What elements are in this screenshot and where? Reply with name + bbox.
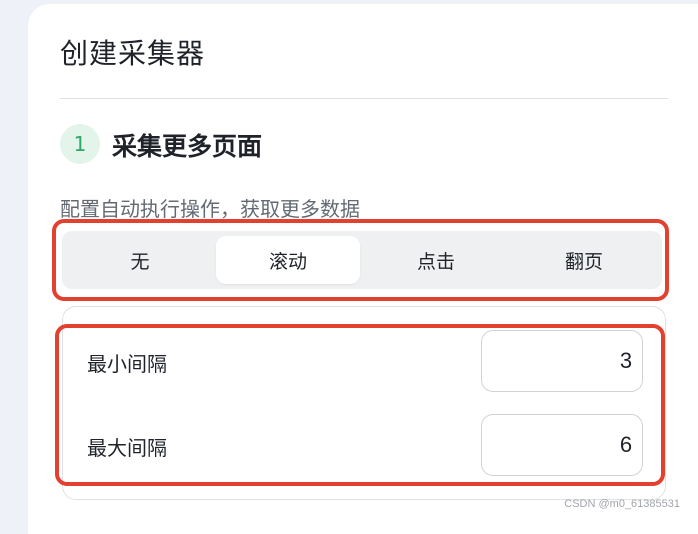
step-title: 采集更多页面 bbox=[112, 132, 263, 161]
max-interval-input[interactable] bbox=[482, 415, 642, 475]
min-interval-stepper bbox=[481, 330, 643, 392]
action-option-click[interactable]: 点击 bbox=[364, 236, 508, 284]
action-option-scroll[interactable]: 滚动 bbox=[216, 236, 360, 284]
page-title: 创建采集器 bbox=[60, 37, 206, 70]
max-interval-label: 最大间隔 bbox=[87, 436, 167, 460]
action-option-paginate[interactable]: 翻页 bbox=[512, 236, 656, 284]
max-interval-stepper bbox=[481, 414, 643, 476]
step-number-badge: 1 bbox=[60, 124, 100, 164]
watermark: CSDN @m0_61385531 bbox=[564, 498, 680, 510]
step-description: 配置自动执行操作，获取更多数据 bbox=[60, 197, 360, 221]
action-option-none[interactable]: 无 bbox=[68, 236, 212, 284]
action-segmented-control: 无 滚动 点击 翻页 bbox=[62, 231, 662, 289]
min-interval-input[interactable] bbox=[482, 331, 642, 391]
title-divider bbox=[60, 98, 668, 99]
min-interval-label: 最小间隔 bbox=[87, 352, 167, 376]
